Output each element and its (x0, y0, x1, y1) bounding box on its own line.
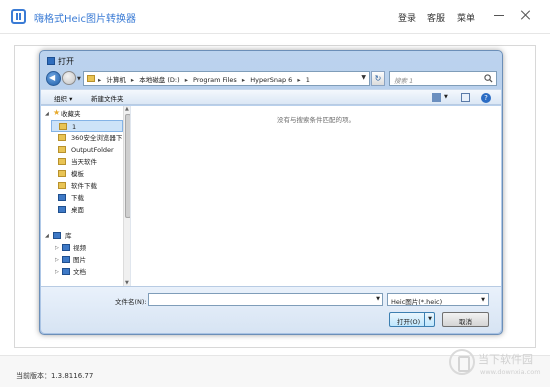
refresh-icon[interactable]: ↻ (371, 71, 385, 86)
recent-locations-dropdown[interactable]: ▼ (77, 76, 81, 82)
filename-input[interactable]: ▼ (148, 293, 383, 306)
download-icon (58, 194, 66, 201)
watermark-logo-icon (449, 349, 475, 375)
view-icon[interactable] (432, 93, 441, 102)
organize-menu[interactable]: 组织 ▾ (54, 93, 72, 103)
folder-icon (58, 170, 66, 177)
open-button[interactable]: 打开(O) ▼ (389, 312, 435, 327)
search-input[interactable]: 搜索 1 (389, 71, 497, 86)
dialog-title: 打开 (58, 57, 74, 66)
file-type-select[interactable]: Heic图片(*.heic) ▼ (387, 293, 489, 306)
open-options-dropdown[interactable]: ▼ (424, 313, 435, 326)
watermark-url: www.downxia.com (480, 368, 541, 376)
chevron-down-icon: ▼ (481, 297, 485, 303)
app-title: 嗨格式Heic图片转换器 (34, 14, 136, 25)
dialog-toolbar: 组织 ▾ 新建文件夹 ▼ ? (41, 89, 501, 105)
dialog-title-icon (47, 57, 55, 65)
dialog-content: ◢ ★ 收藏夹 1 360安全浏览器下 OutputFolder 当天软件 模板… (41, 106, 501, 286)
breadcrumb-computer[interactable]: 计算机 (106, 76, 126, 84)
menu-link[interactable]: 菜单 (457, 11, 475, 24)
forward-arrow-icon[interactable] (62, 71, 76, 85)
nav-item-360[interactable]: 360安全浏览器下 (51, 132, 123, 144)
folder-icon (58, 158, 66, 165)
filename-label: 文件名(N): (115, 298, 147, 306)
app-logo-icon (11, 9, 26, 24)
nav-library-images[interactable]: ▷ 图片 (51, 254, 123, 266)
watermark-title: 当下软件园 (478, 353, 533, 366)
nav-item-outputfolder[interactable]: OutputFolder (51, 144, 123, 156)
dialog-bottom-panel: 文件名(N): ▼ Heic图片(*.heic) ▼ 打开(O) ▼ 取消 (41, 286, 501, 333)
breadcrumb: ▸ 计算机 ▸ 本地磁盘 (D:) ▸ Program Files ▸ Hype… (98, 76, 310, 84)
new-folder-button[interactable]: 新建文件夹 (91, 93, 124, 103)
view-dropdown[interactable]: ▼ (444, 94, 448, 100)
folder-icon (59, 123, 67, 130)
nav-item-software-download[interactable]: 软件下载 (51, 180, 123, 192)
nav-favorites[interactable]: ◢ ★ 收藏夹 (41, 108, 123, 120)
address-bar[interactable]: ▸ 计算机 ▸ 本地磁盘 (D:) ▸ Program Files ▸ Hype… (83, 71, 370, 86)
nav-library[interactable]: ◢ 库 (41, 230, 123, 242)
desktop-icon (58, 206, 66, 213)
folder-icon (58, 134, 66, 141)
expand-icon: ◢ (45, 111, 49, 117)
search-icon (484, 74, 493, 83)
version-text: 当前版本：1.3.8116.77 (16, 372, 94, 380)
close-button[interactable] (519, 8, 533, 22)
scrollbar-thumb[interactable] (125, 114, 130, 218)
nav-item-dangtian[interactable]: 当天软件 (51, 156, 123, 168)
nav-item-1[interactable]: 1 (51, 120, 123, 132)
chevron-down-icon[interactable]: ▼ (376, 296, 380, 302)
minimize-button[interactable] (492, 8, 506, 22)
open-file-dialog: 打开 ▼ ▸ 计算机 ▸ 本地磁盘 (D:) ▸ Program Files ▸… (39, 50, 503, 335)
folder-icon (58, 146, 66, 153)
help-icon[interactable]: ? (481, 93, 491, 103)
nav-library-documents[interactable]: ▷ 文档 (51, 266, 123, 278)
open-button-label: 打开(O) (397, 318, 421, 326)
search-placeholder: 搜索 1 (394, 77, 414, 85)
cancel-button-label: 取消 (459, 318, 472, 326)
navigation-pane: ◢ ★ 收藏夹 1 360安全浏览器下 OutputFolder 当天软件 模板… (41, 106, 131, 286)
nav-library-video[interactable]: ▷ 视频 (51, 242, 123, 254)
breadcrumb-program-files[interactable]: Program Files (193, 76, 237, 84)
scroll-up-icon[interactable]: ▲ (125, 106, 129, 112)
file-type-value: Heic图片(*.heic) (391, 298, 443, 306)
expand-icon: ◢ (45, 233, 49, 239)
nav-scrollbar[interactable]: ▲ ▼ (123, 106, 130, 286)
empty-results-message: 没有与搜索条件匹配的项。 (277, 116, 355, 124)
breadcrumb-1[interactable]: 1 (306, 76, 310, 84)
login-link[interactable]: 登录 (398, 11, 416, 24)
folder-icon (87, 75, 95, 82)
preview-pane-icon[interactable] (461, 93, 470, 102)
star-icon: ★ (53, 108, 61, 117)
customer-service-link[interactable]: 客服 (427, 11, 445, 24)
cancel-button[interactable]: 取消 (442, 312, 489, 327)
breadcrumb-hypersnap[interactable]: HyperSnap 6 (250, 76, 292, 84)
library-icon (53, 232, 61, 239)
chevron-down-icon[interactable]: ▼ (361, 74, 366, 81)
document-icon (62, 268, 70, 275)
image-icon (62, 256, 70, 263)
back-arrow-icon[interactable] (46, 71, 61, 86)
breadcrumb-local-disk[interactable]: 本地磁盘 (D:) (139, 76, 179, 84)
nav-item-downloads[interactable]: 下载 (51, 192, 123, 204)
app-header: 嗨格式Heic图片转换器 登录 客服 菜单 (0, 0, 550, 34)
video-icon (62, 244, 70, 251)
nav-item-desktop[interactable]: 桌面 (51, 204, 123, 216)
folder-icon (58, 182, 66, 189)
nav-item-template[interactable]: 模板 (51, 168, 123, 180)
